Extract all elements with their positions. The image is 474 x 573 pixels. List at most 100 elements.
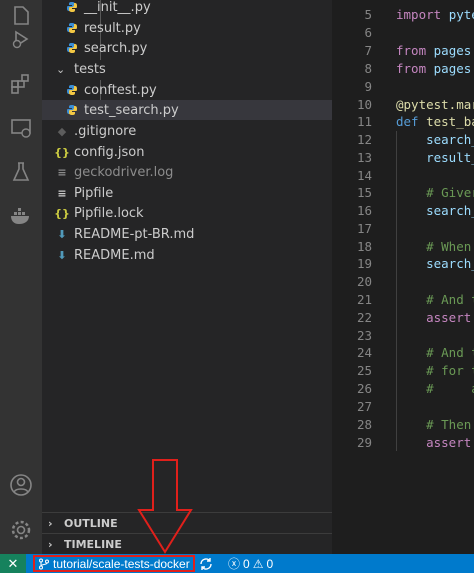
folder-label: tests xyxy=(74,61,106,77)
code-line[interactable]: 17 xyxy=(332,220,474,238)
code-line[interactable]: 8 from pages. xyxy=(332,60,474,78)
file-search-py[interactable]: search.py xyxy=(42,38,332,58)
code-text: assert xyxy=(426,435,472,450)
python-icon xyxy=(66,0,78,14)
code-text: search_ xyxy=(426,256,474,271)
settings-gear-icon[interactable] xyxy=(0,513,42,547)
chevron-right-icon: › xyxy=(48,538,53,551)
code-line[interactable]: 15 # Giver xyxy=(332,184,474,202)
docker-icon[interactable] xyxy=(0,199,42,233)
line-number: 13 xyxy=(356,150,372,165)
file-readme-pt-br[interactable]: ⬇ README-pt-BR.md xyxy=(42,224,332,244)
code-line[interactable]: 10 @pytest.mar xyxy=(332,96,474,114)
file-init-py[interactable]: __init__.py xyxy=(42,0,332,17)
line-number: 26 xyxy=(356,381,372,396)
file-label: __init__.py xyxy=(84,0,151,15)
file-label: README.md xyxy=(74,247,155,263)
account-icon[interactable] xyxy=(0,468,42,502)
file-pipfile-lock[interactable]: {} Pipfile.lock xyxy=(42,203,332,223)
code-line[interactable]: 12 search_ xyxy=(332,131,474,149)
file-geckodriver-log[interactable]: ≡ geckodriver.log xyxy=(42,162,332,182)
code-line[interactable]: 27 xyxy=(332,398,474,416)
code-line[interactable]: 7 from pages. xyxy=(332,42,474,60)
code-line[interactable]: 6 xyxy=(332,24,474,42)
file-conftest-py[interactable]: conftest.py xyxy=(42,80,332,100)
log-icon: ≡ xyxy=(57,165,67,179)
code-line[interactable]: 16 search_ xyxy=(332,202,474,220)
gitignore-icon: ◆ xyxy=(57,124,67,138)
file-label: result.py xyxy=(84,20,141,36)
markdown-icon: ⬇ xyxy=(57,227,67,241)
problems-indicator[interactable]: ⓧ 0 ⚠ 0 xyxy=(228,554,273,573)
error-icon: ⓧ xyxy=(228,557,241,571)
file-label: Pipfile.lock xyxy=(74,205,144,221)
code-text: def test_ba xyxy=(396,114,474,129)
file-gitignore[interactable]: ◆ .gitignore xyxy=(42,121,332,141)
code-text: # for t xyxy=(426,363,474,378)
python-icon xyxy=(66,83,78,97)
line-number: 9 xyxy=(364,79,372,94)
line-number: 14 xyxy=(356,168,372,183)
line-number: 29 xyxy=(356,435,372,450)
file-pipfile[interactable]: ≡ Pipfile xyxy=(42,183,332,203)
extensions-icon[interactable] xyxy=(0,67,42,101)
json-icon: {} xyxy=(54,206,70,220)
testing-flask-icon[interactable] xyxy=(0,155,42,189)
code-editor[interactable]: 5 import pyte 6 7 from pages. 8 from pages. 9 10… xyxy=(332,0,474,554)
file-label: geckodriver.log xyxy=(74,164,174,180)
code-line[interactable]: 14 xyxy=(332,167,474,185)
code-line[interactable]: 9 xyxy=(332,78,474,96)
sync-icon[interactable] xyxy=(198,556,214,572)
code-line[interactable]: 22 assert xyxy=(332,309,474,327)
file-label: conftest.py xyxy=(84,82,157,98)
line-number: 18 xyxy=(356,239,372,254)
line-number: 6 xyxy=(364,25,372,40)
file-config-json[interactable]: {} config.json xyxy=(42,142,332,162)
code-line[interactable]: 23 xyxy=(332,327,474,345)
line-number: 25 xyxy=(356,363,372,378)
code-line[interactable]: 28 # Then xyxy=(332,416,474,434)
code-text: # Then xyxy=(426,417,472,432)
code-line[interactable]: 18 # When xyxy=(332,238,474,256)
code-line[interactable]: 20 xyxy=(332,273,474,291)
code-line[interactable]: 26 # a xyxy=(332,380,474,398)
remote-indicator-icon[interactable]: ✕ xyxy=(0,554,26,573)
file-label: Pipfile xyxy=(74,185,114,201)
code-line[interactable]: 19 search_ xyxy=(332,255,474,273)
code-text: # When xyxy=(426,239,472,254)
line-number: 12 xyxy=(356,132,372,147)
run-debug-icon[interactable] xyxy=(0,22,42,56)
branch-name: tutorial/scale-tests-docker xyxy=(53,556,190,571)
file-label: .gitignore xyxy=(74,123,137,139)
remote-explorer-icon[interactable] xyxy=(0,111,42,145)
file-test-search-py[interactable]: test_search.py xyxy=(42,100,332,120)
code-line[interactable]: 11 def test_ba xyxy=(332,113,474,131)
python-icon xyxy=(66,103,78,117)
code-line[interactable]: 13 result_ xyxy=(332,149,474,167)
code-text: search_ xyxy=(426,132,474,147)
file-result-py[interactable]: result.py xyxy=(42,18,332,38)
code-line[interactable]: 25 # for t xyxy=(332,362,474,380)
code-line[interactable]: 21 # And t xyxy=(332,291,474,309)
line-number: 20 xyxy=(356,274,372,289)
line-number: 19 xyxy=(356,256,372,271)
code-line[interactable]: 29 assert xyxy=(332,434,474,452)
timeline-label: TIMELINE xyxy=(64,538,122,551)
code-line[interactable]: 5 import pyte xyxy=(332,6,474,24)
file-label: test_search.py xyxy=(84,102,179,118)
annotation-arrow-icon xyxy=(137,459,193,554)
folder-tests[interactable]: ⌄ tests xyxy=(42,59,332,79)
line-number: 5 xyxy=(364,7,372,22)
outline-label: OUTLINE xyxy=(64,517,118,530)
git-branch-indicator[interactable]: tutorial/scale-tests-docker xyxy=(33,555,195,572)
file-readme-md[interactable]: ⬇ README.md xyxy=(42,245,332,265)
pipfile-icon: ≡ xyxy=(57,186,67,200)
code-line[interactable]: 24 # And t xyxy=(332,344,474,362)
markdown-icon: ⬇ xyxy=(57,248,67,262)
activity-bar xyxy=(0,0,42,554)
code-text: assert xyxy=(426,310,472,325)
code-text: from pages. xyxy=(396,43,474,58)
line-number: 11 xyxy=(356,114,372,129)
code-text: # a xyxy=(426,381,474,396)
line-number: 7 xyxy=(364,43,372,58)
